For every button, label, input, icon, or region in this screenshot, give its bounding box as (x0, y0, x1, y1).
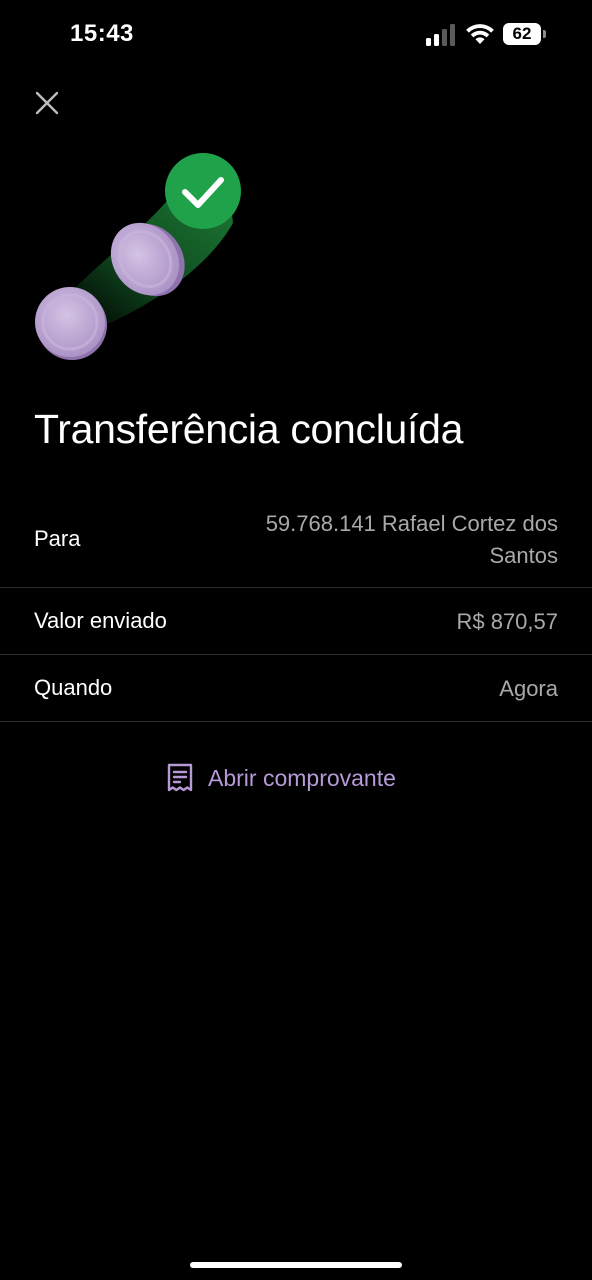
recipient-value: 59.768.141 Rafael Cortez dos Santos (265, 511, 558, 568)
transfer-details: Para 59.768.141 Rafael Cortez dos Santos… (0, 500, 592, 722)
home-indicator[interactable] (190, 1262, 402, 1268)
when-value: Agora (499, 676, 558, 701)
detail-row-when: Quando Agora (0, 655, 592, 722)
page-title: Transferência concluída (34, 406, 464, 452)
detail-row-amount: Valor enviado R$ 870,57 (0, 588, 592, 655)
battery-icon: 62 (503, 23, 547, 47)
battery-level: 62 (503, 23, 541, 45)
open-receipt-button[interactable]: Abrir comprovante (166, 760, 396, 796)
when-label: Quando (34, 675, 113, 700)
status-time: 15:43 (70, 20, 134, 47)
close-icon (35, 91, 59, 115)
detail-row-recipient: Para 59.768.141 Rafael Cortez dos Santos (0, 500, 592, 588)
signal-bars-icon (426, 24, 455, 46)
transfer-coins-check-icon (35, 153, 241, 360)
battery-tip (543, 30, 546, 38)
recipient-label: Para (34, 526, 81, 551)
receipt-icon (167, 763, 193, 792)
open-receipt-label: Abrir comprovante (208, 764, 396, 791)
amount-value: R$ 870,57 (456, 609, 558, 634)
wifi-icon (466, 24, 494, 44)
close-button[interactable] (30, 86, 64, 120)
status-bar: 15:43 62 (0, 0, 592, 72)
amount-label: Valor enviado (34, 608, 167, 633)
